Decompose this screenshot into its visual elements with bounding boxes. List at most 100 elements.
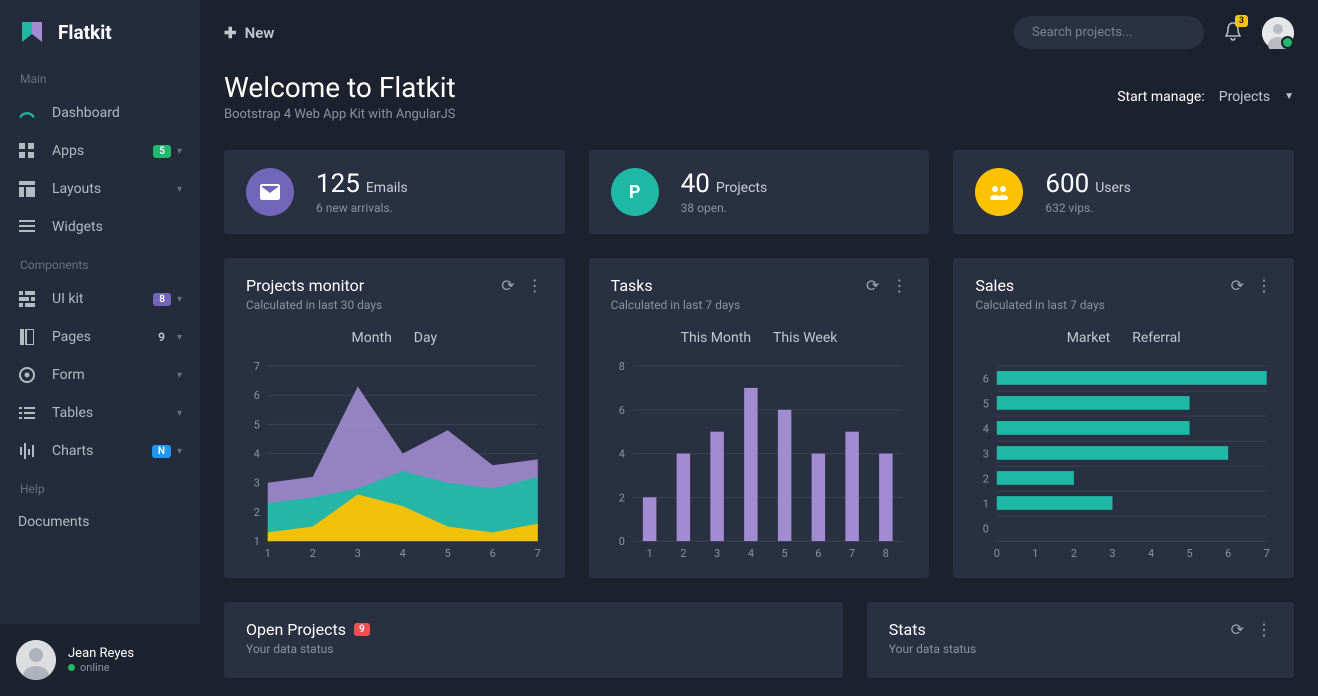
page-title: Welcome to Flatkit xyxy=(224,71,456,104)
dashboard-icon xyxy=(18,104,36,122)
status-dot-icon xyxy=(68,664,75,671)
svg-text:3: 3 xyxy=(714,547,720,560)
more-icon[interactable]: ⋮ xyxy=(1256,620,1272,639)
refresh-icon[interactable]: ⟳ xyxy=(1231,620,1244,639)
chevron-down-icon: ▾ xyxy=(177,184,182,195)
tab-this-month[interactable]: This Month xyxy=(681,330,751,346)
user-status-text: online xyxy=(80,661,110,674)
panel-open-projects: Open Projects 9 Your data status xyxy=(224,602,843,678)
profile-avatar[interactable] xyxy=(1262,17,1294,49)
nav-item-layouts[interactable]: Layouts ▾ xyxy=(0,170,200,208)
stat-label: Projects xyxy=(716,180,767,196)
svg-text:2: 2 xyxy=(680,547,686,560)
refresh-icon[interactable]: ⟳ xyxy=(866,276,879,295)
svg-text:6: 6 xyxy=(1225,547,1231,560)
open-projects-badge: 9 xyxy=(354,623,370,636)
svg-text:5: 5 xyxy=(781,547,787,560)
stat-card-emails[interactable]: 125Emails 6 new arrivals. xyxy=(224,150,565,234)
more-icon[interactable]: ⋮ xyxy=(1256,276,1272,295)
stat-card-projects[interactable]: P 40Projects 38 open. xyxy=(589,150,930,234)
nav-item-charts[interactable]: Charts N ▾ xyxy=(0,432,200,470)
nav-item-widgets[interactable]: Widgets xyxy=(0,208,200,246)
notifications-button[interactable]: 3 xyxy=(1224,21,1242,45)
topbar: ✚ New 3 xyxy=(200,0,1318,65)
svg-text:6: 6 xyxy=(490,547,496,560)
svg-text:4: 4 xyxy=(618,448,624,461)
tables-icon xyxy=(18,404,36,422)
project-icon: P xyxy=(611,168,659,216)
svg-text:4: 4 xyxy=(400,547,406,560)
layouts-icon xyxy=(18,180,36,198)
svg-text:8: 8 xyxy=(882,547,888,560)
form-icon xyxy=(18,366,36,384)
nav-label: Form xyxy=(52,367,177,383)
panel-projects-monitor: Projects monitor Calculated in last 30 d… xyxy=(224,258,565,578)
svg-text:5: 5 xyxy=(445,547,451,560)
nav-badge: 8 xyxy=(153,293,171,306)
panel-title: Open Projects xyxy=(246,620,346,639)
uikit-icon xyxy=(18,290,36,308)
user-name: Jean Reyes xyxy=(68,646,134,661)
panel-sales: Sales Calculated in last 7 days ⟳ ⋮ Mark… xyxy=(953,258,1294,578)
nav-item-apps[interactable]: Apps 5 ▾ xyxy=(0,132,200,170)
chevron-down-icon: ▾ xyxy=(177,408,182,419)
svg-text:4: 4 xyxy=(983,423,989,436)
panel-stats: Stats Your data status ⟳ ⋮ xyxy=(867,602,1294,678)
nav-item-tables[interactable]: Tables ▾ xyxy=(0,394,200,432)
nav-item-documents[interactable]: Documents xyxy=(0,504,200,540)
panel-title: Stats xyxy=(889,620,976,639)
chevron-down-icon: ▾ xyxy=(177,294,182,305)
charts-icon xyxy=(18,442,36,460)
svg-text:7: 7 xyxy=(849,547,855,560)
more-icon[interactable]: ⋮ xyxy=(527,276,543,295)
chart-sales: 654321001234567 xyxy=(975,360,1272,560)
chevron-down-icon: ▼ xyxy=(1284,91,1294,102)
svg-text:6: 6 xyxy=(254,389,260,402)
refresh-icon[interactable]: ⟳ xyxy=(1231,276,1244,295)
manage-select[interactable]: Projects ▼ xyxy=(1219,89,1294,105)
sidebar-user[interactable]: Jean Reyes online xyxy=(0,624,200,696)
nav-item-uikit[interactable]: UI kit 8 ▾ xyxy=(0,280,200,318)
svg-text:3: 3 xyxy=(355,547,361,560)
new-button[interactable]: ✚ New xyxy=(224,24,274,42)
svg-text:2: 2 xyxy=(254,506,260,519)
svg-text:4: 4 xyxy=(1148,547,1154,560)
nav-label: UI kit xyxy=(52,291,153,307)
chevron-down-icon: ▾ xyxy=(177,446,182,457)
users-icon xyxy=(975,168,1023,216)
svg-text:6: 6 xyxy=(815,547,821,560)
nav-label: Apps xyxy=(52,143,153,159)
chevron-down-icon: ▾ xyxy=(177,332,182,343)
user-avatar xyxy=(16,640,56,680)
stat-card-users[interactable]: 600Users 632 vips. xyxy=(953,150,1294,234)
refresh-icon[interactable]: ⟳ xyxy=(501,276,514,295)
chevron-down-icon: ▾ xyxy=(177,146,182,157)
tab-month[interactable]: Month xyxy=(352,330,392,346)
nav-section-help: Help xyxy=(0,470,200,504)
svg-text:2: 2 xyxy=(618,491,624,504)
nav-section-main: Main xyxy=(0,60,200,94)
bell-badge: 3 xyxy=(1235,15,1248,27)
tab-this-week[interactable]: This Week xyxy=(773,330,837,346)
panel-title: Projects monitor xyxy=(246,276,382,295)
apps-icon xyxy=(18,142,36,160)
user-status: online xyxy=(68,661,134,674)
tab-day[interactable]: Day xyxy=(414,330,437,346)
brand[interactable]: Flatkit xyxy=(0,0,200,60)
nav-item-form[interactable]: Form ▾ xyxy=(0,356,200,394)
tab-referral[interactable]: Referral xyxy=(1132,330,1180,346)
search-input[interactable] xyxy=(1014,16,1204,49)
brand-logo-icon xyxy=(20,20,44,44)
nav-badge: N xyxy=(152,445,171,458)
svg-text:3: 3 xyxy=(983,448,989,461)
svg-text:3: 3 xyxy=(1110,547,1116,560)
stat-value: 40 xyxy=(681,169,710,199)
nav-item-pages[interactable]: Pages 9 ▾ xyxy=(0,318,200,356)
svg-text:5: 5 xyxy=(254,418,260,431)
more-icon[interactable]: ⋮ xyxy=(891,276,907,295)
svg-text:1: 1 xyxy=(265,547,271,560)
svg-text:5: 5 xyxy=(983,398,989,411)
tab-market[interactable]: Market xyxy=(1067,330,1111,346)
nav-item-dashboard[interactable]: Dashboard xyxy=(0,94,200,132)
panel-meta: Your data status xyxy=(246,642,370,656)
